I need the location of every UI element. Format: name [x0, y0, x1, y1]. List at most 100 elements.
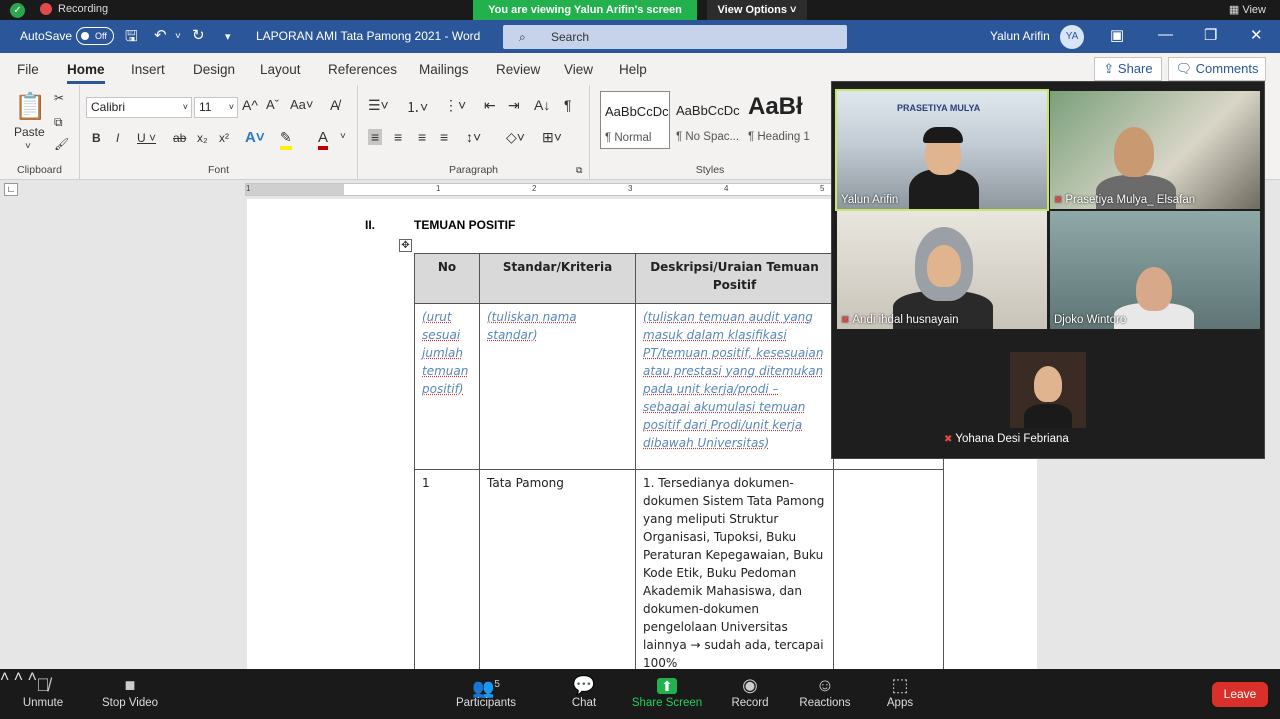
- cut-icon[interactable]: ✂: [54, 91, 64, 105]
- tab-insert[interactable]: Insert: [131, 62, 165, 77]
- table-cell[interactable]: (tuliskan nama standar): [479, 303, 636, 470]
- clear-formatting-icon[interactable]: A̸: [330, 97, 339, 113]
- view-button[interactable]: ▦ View: [1229, 3, 1266, 16]
- multilevel-list-icon[interactable]: ⋮˅: [444, 97, 466, 114]
- shield-icon[interactable]: ✓: [10, 3, 25, 18]
- restore-icon[interactable]: ❐: [1204, 26, 1217, 44]
- grow-font-icon[interactable]: A^: [242, 97, 258, 113]
- close-icon[interactable]: ✕: [1250, 26, 1263, 44]
- font-color-icon[interactable]: A: [318, 129, 329, 150]
- participants-button[interactable]: 👥5 Participants: [452, 669, 520, 719]
- reactions-button[interactable]: ☺ Reactions: [796, 669, 854, 719]
- video-tile[interactable]: Djoko Wintoro: [1050, 211, 1260, 329]
- zoom-gallery[interactable]: PRASETIYA MULYA Yalun Arifin ✖ Prasetiya …: [831, 81, 1265, 459]
- font-name-combo[interactable]: Calibri ˅: [86, 97, 192, 118]
- stop-video-button[interactable]: ■ Stop Video: [98, 669, 162, 719]
- comments-button[interactable]: 🗨 Comments: [1168, 57, 1266, 81]
- decrease-indent-icon[interactable]: ⇤: [484, 97, 496, 114]
- chevron-down-icon: ˅: [182, 102, 188, 112]
- video-tile[interactable]: ✖ Andi ihdal husnayain: [837, 211, 1047, 329]
- share-button[interactable]: ⇪ Share: [1094, 57, 1162, 81]
- pilcrow-icon[interactable]: ¶: [564, 97, 572, 113]
- chat-button[interactable]: 💬 Chat: [562, 669, 606, 719]
- shading-icon[interactable]: ◇˅: [506, 129, 525, 146]
- paste-icon[interactable]: 📋: [14, 91, 46, 122]
- line-spacing-icon[interactable]: ↕˅: [466, 129, 481, 145]
- font-size-combo[interactable]: 11 ˅: [194, 97, 238, 118]
- increase-indent-icon[interactable]: ⇥: [508, 97, 520, 114]
- tab-review[interactable]: Review: [496, 62, 540, 77]
- sort-icon[interactable]: A↓: [534, 97, 550, 113]
- paste-label[interactable]: Paste: [14, 125, 45, 139]
- redo-icon[interactable]: ↻: [192, 26, 205, 44]
- bullets-icon[interactable]: ☰˅: [368, 97, 389, 114]
- align-left-icon[interactable]: ≡: [368, 129, 383, 145]
- table-cell[interactable]: 1. Tersedianya dokumen-dokumen Sistem Ta…: [635, 469, 834, 669]
- tab-selector-icon[interactable]: ∟: [4, 183, 18, 196]
- table-cell[interactable]: Tata Pamong: [479, 469, 636, 669]
- video-tile[interactable]: PRASETIYA MULYA Yalun Arifin: [835, 89, 1049, 211]
- view-label: View: [1242, 4, 1266, 16]
- person-hair: [923, 127, 963, 143]
- chevron-down-icon[interactable]: ˅: [340, 131, 346, 142]
- table-move-handle-icon[interactable]: ✥: [399, 239, 412, 252]
- underline-icon[interactable]: U ˅: [137, 131, 156, 145]
- text-effects-icon[interactable]: A˅: [245, 129, 265, 146]
- italic-icon[interactable]: I: [116, 131, 119, 145]
- tab-design[interactable]: Design: [193, 62, 235, 77]
- format-painter-icon[interactable]: 🖌: [54, 137, 69, 151]
- table-cell[interactable]: [833, 469, 944, 669]
- undo-dropdown-icon[interactable]: ˅: [175, 31, 181, 42]
- highlight-icon[interactable]: ✎: [280, 129, 292, 150]
- recording-indicator[interactable]: Recording: [40, 3, 108, 15]
- leave-button[interactable]: Leave: [1212, 682, 1268, 707]
- share-screen-button[interactable]: ⬆ Share Screen: [630, 669, 704, 719]
- bold-icon[interactable]: B: [92, 131, 101, 145]
- numbering-icon[interactable]: ⒈˅: [406, 97, 428, 117]
- ruler-margin: [246, 184, 344, 195]
- minimize-icon[interactable]: —: [1158, 26, 1173, 43]
- strikethrough-icon[interactable]: ab: [173, 131, 186, 145]
- tab-view[interactable]: View: [564, 62, 593, 77]
- undo-icon[interactable]: ↶: [154, 26, 167, 44]
- tab-references[interactable]: References: [328, 62, 397, 77]
- subscript-icon[interactable]: x₂: [197, 131, 208, 145]
- table-cell[interactable]: (tuliskan temuan audit yang masuk dalam …: [635, 303, 834, 470]
- change-case-icon[interactable]: Aa˅: [290, 97, 314, 112]
- tab-home[interactable]: Home: [67, 62, 105, 84]
- view-options-button[interactable]: View Options ˅: [707, 0, 807, 20]
- customize-quick-access-icon[interactable]: ▾: [225, 30, 231, 43]
- ribbon-display-icon[interactable]: ▣: [1110, 26, 1124, 44]
- borders-icon[interactable]: ⊞˅: [542, 129, 562, 146]
- copy-icon[interactable]: ⧉: [54, 115, 63, 130]
- video-tile[interactable]: [1010, 352, 1086, 428]
- tab-file[interactable]: File: [17, 62, 39, 77]
- apps-button[interactable]: ⬚ Apps: [880, 669, 920, 719]
- autosave-toggle[interactable]: Off: [76, 27, 114, 45]
- align-right-icon[interactable]: ≡: [418, 129, 426, 145]
- tab-mailings[interactable]: Mailings: [419, 62, 469, 77]
- style-no-spacing[interactable]: AaBbCcDc ¶ No Spac...: [672, 91, 742, 149]
- table-cell[interactable]: 1: [414, 469, 480, 669]
- avatar[interactable]: YA: [1060, 25, 1084, 49]
- video-tile[interactable]: ✖ Prasetiya Mulya_ Elsafan: [1050, 91, 1260, 209]
- tab-layout[interactable]: Layout: [260, 62, 301, 77]
- chat-label: Chat: [571, 697, 597, 709]
- save-icon[interactable]: 🖫: [125, 26, 138, 51]
- justify-icon[interactable]: ≡: [440, 129, 448, 145]
- style-normal[interactable]: AaBbCcDc ¶ Normal: [600, 91, 670, 149]
- chevron-up-icon[interactable]: ˄: [0, 669, 9, 686]
- shrink-font-icon[interactable]: Aˇ: [266, 97, 279, 112]
- unmute-button[interactable]: 🎙̸ Unmute: [18, 669, 68, 719]
- table-cell[interactable]: (urut sesuai jumlah temuan positif): [414, 303, 480, 470]
- guide-text: (tuliskan nama standar): [487, 310, 577, 342]
- paste-dropdown-icon[interactable]: ˅: [25, 141, 31, 152]
- superscript-icon[interactable]: x²: [219, 131, 229, 145]
- search-box[interactable]: ⌕ Search: [503, 25, 847, 49]
- tab-help[interactable]: Help: [619, 62, 647, 77]
- reactions-label: Reactions: [799, 697, 851, 709]
- horizontal-ruler[interactable]: 1 1 2 3 4 5: [245, 183, 845, 196]
- style-heading-1[interactable]: AaBł ¶ Heading 1: [744, 91, 814, 149]
- record-button[interactable]: ◉ Record: [728, 669, 772, 719]
- align-center-icon[interactable]: ≡: [394, 129, 402, 145]
